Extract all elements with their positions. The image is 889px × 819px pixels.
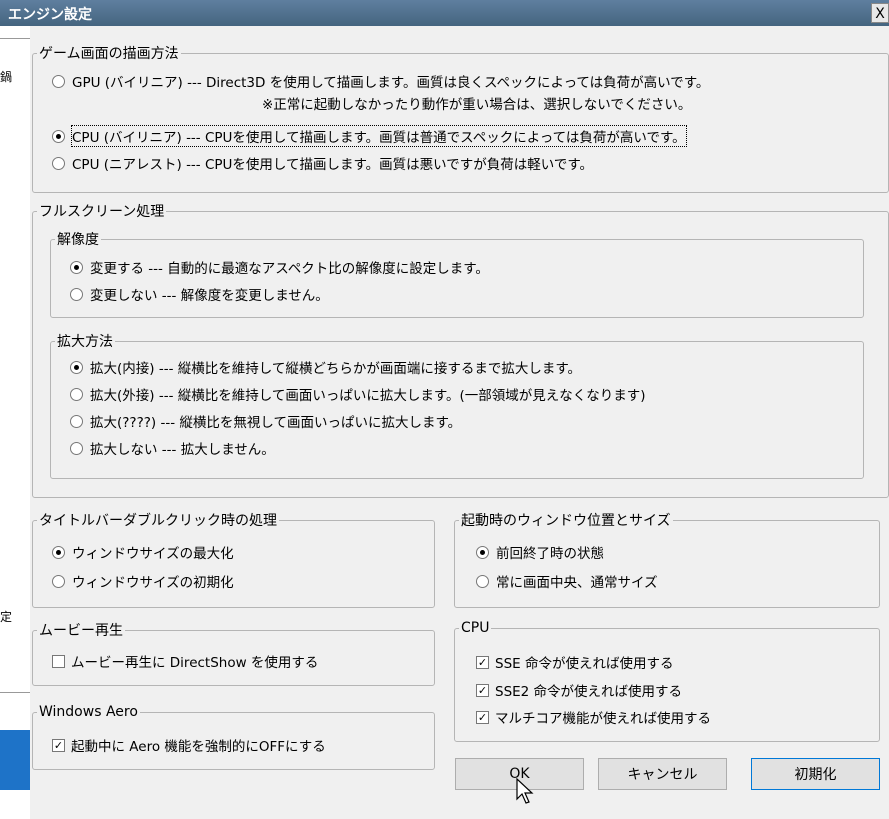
close-button[interactable]: X [871, 3, 889, 23]
checkbox-label: 起動中に Aero 機能を強制的にOFFにする [71, 739, 326, 755]
radio-label: 変更する --- 自動的に最適なアスペクト比の解像度に設定します。 [90, 261, 489, 277]
radio-label: 前回終了時の状態 [496, 546, 604, 562]
engine-settings-dialog: エンジン設定 X ゲーム画面の描画方法 GPU (バイリニア) --- Dire… [0, 0, 889, 819]
radio-label: GPU (バイリニア) --- Direct3D を使用して描画します。画質は良… [72, 75, 710, 91]
checkbox-label: SSE 命令が使えれば使用する [495, 656, 674, 672]
radio-button-icon[interactable] [70, 387, 83, 401]
scale-option-stretch[interactable]: 拡大(????) --- 縦横比を無視して画面いっぱいに拡大します。 [70, 411, 461, 431]
radio-label: 拡大(外接) --- 縦横比を維持して画面いっぱいに拡大します。(一部領域が見え… [90, 388, 646, 404]
startup-option-last-state[interactable]: 前回終了時の状態 [476, 542, 604, 562]
radio-label: 常に画面中央、通常サイズ [496, 575, 658, 591]
radio-label: CPU (バイリニア) --- CPUを使用して描画します。画質は普通でスペック… [71, 125, 687, 147]
dblclick-option-maximize[interactable]: ウィンドウサイズの最大化 [52, 542, 234, 562]
scale-option-circumscribed[interactable]: 拡大(外接) --- 縦横比を維持して画面いっぱいに拡大します。(一部領域が見え… [70, 384, 646, 404]
radio-button-icon[interactable] [70, 360, 83, 374]
scale-option-inscribed[interactable]: 拡大(内接) --- 縦横比を維持して縦横どちらかが画面端に接するまで拡大します… [70, 357, 581, 377]
radio-button-icon[interactable] [52, 156, 65, 170]
render-note: ※正常に起動しなかったり動作が重い場合は、選択しないでください。 [262, 93, 691, 113]
radio-button-icon[interactable] [52, 129, 65, 143]
render-note-text: ※正常に起動しなかったり動作が重い場合は、選択しないでください。 [262, 97, 692, 113]
radio-label: 拡大(内接) --- 縦横比を維持して縦横どちらかが画面端に接するまで拡大します… [90, 361, 581, 377]
resolution-option-keep[interactable]: 変更しない --- 解像度を変更しません。 [70, 284, 329, 304]
render-method-legend: ゲーム画面の描画方法 [39, 46, 179, 62]
startup-window-legend: 起動時のウィンドウ位置とサイズ [461, 513, 671, 529]
titlebar-dblclick-legend: タイトルバーダブルクリック時の処理 [39, 513, 277, 529]
render-option-cpu-bilinear[interactable]: CPU (バイリニア) --- CPUを使用して描画します。画質は普通でスペック… [52, 125, 687, 147]
radio-label: 拡大(????) --- 縦横比を無視して画面いっぱいに拡大します。 [90, 415, 462, 431]
scale-option-none[interactable]: 拡大しない --- 拡大しません。 [70, 438, 275, 458]
checkmark-icon[interactable]: ✓ [476, 710, 489, 724]
checkbox-label: SSE2 命令が使えれば使用する [495, 684, 683, 700]
radio-button-icon[interactable] [70, 260, 83, 274]
radio-button-icon[interactable] [70, 441, 83, 455]
checkbox-label: マルチコア機能が使えれば使用する [495, 711, 711, 727]
render-option-cpu-nearest[interactable]: CPU (ニアレスト) --- CPUを使用して描画します。画質は悪いですが負荷… [52, 153, 593, 173]
aero-legend: Windows Aero [39, 704, 138, 720]
radio-button-icon[interactable] [70, 287, 83, 301]
window-title: エンジン設定 [8, 7, 92, 23]
checkmark-icon[interactable]: ✓ [476, 683, 489, 697]
render-option-gpu[interactable]: GPU (バイリニア) --- Direct3D を使用して描画します。画質は良… [52, 71, 709, 91]
resolution-legend: 解像度 [57, 232, 99, 248]
radio-label: 変更しない --- 解像度を変更しません。 [90, 288, 329, 304]
startup-option-center[interactable]: 常に画面中央、通常サイズ [476, 571, 658, 591]
sse-checkbox[interactable]: ✓ SSE 命令が使えれば使用する [476, 652, 673, 672]
radio-button-icon[interactable] [476, 545, 489, 559]
cpu-legend: CPU [461, 620, 490, 636]
sse2-checkbox[interactable]: ✓ SSE2 命令が使えれば使用する [476, 680, 682, 700]
radio-button-icon[interactable] [52, 545, 65, 559]
checkbox-label: ムービー再生に DirectShow を使用する [71, 655, 319, 671]
movie-legend: ムービー再生 [39, 623, 123, 639]
resolution-option-change[interactable]: 変更する --- 自動的に最適なアスペクト比の解像度に設定します。 [70, 257, 489, 277]
radio-label: ウィンドウサイズの最大化 [72, 546, 234, 562]
aero-off-checkbox[interactable]: ✓ 起動中に Aero 機能を強制的にOFFにする [52, 735, 326, 755]
radio-button-icon[interactable] [52, 74, 65, 88]
cancel-button[interactable]: キャンセル [598, 758, 727, 790]
radio-label: CPU (ニアレスト) --- CPUを使用して描画します。画質は悪いですが負荷… [72, 157, 594, 173]
dblclick-option-reset[interactable]: ウィンドウサイズの初期化 [52, 571, 234, 591]
radio-button-icon[interactable] [70, 414, 83, 428]
dialog-body: ゲーム画面の描画方法 GPU (バイリニア) --- Direct3D を使用し… [30, 26, 889, 819]
multicore-checkbox[interactable]: ✓ マルチコア機能が使えれば使用する [476, 707, 711, 727]
radio-label: 拡大しない --- 拡大しません。 [90, 442, 275, 458]
radio-button-icon[interactable] [476, 574, 489, 588]
fullscreen-legend: フルスクリーン処理 [39, 204, 165, 220]
title-bar[interactable]: エンジン設定 X [0, 0, 889, 26]
reset-button[interactable]: 初期化 [751, 758, 880, 790]
radio-button-icon[interactable] [52, 574, 65, 588]
movie-directshow-checkbox[interactable]: ムービー再生に DirectShow を使用する [52, 651, 318, 671]
scale-method-legend: 拡大方法 [57, 334, 113, 350]
checkbox-icon[interactable] [52, 654, 65, 668]
radio-label: ウィンドウサイズの初期化 [72, 575, 234, 591]
mouse-cursor-icon [516, 778, 534, 804]
checkmark-icon[interactable]: ✓ [52, 738, 65, 752]
checkmark-icon[interactable]: ✓ [476, 655, 489, 669]
